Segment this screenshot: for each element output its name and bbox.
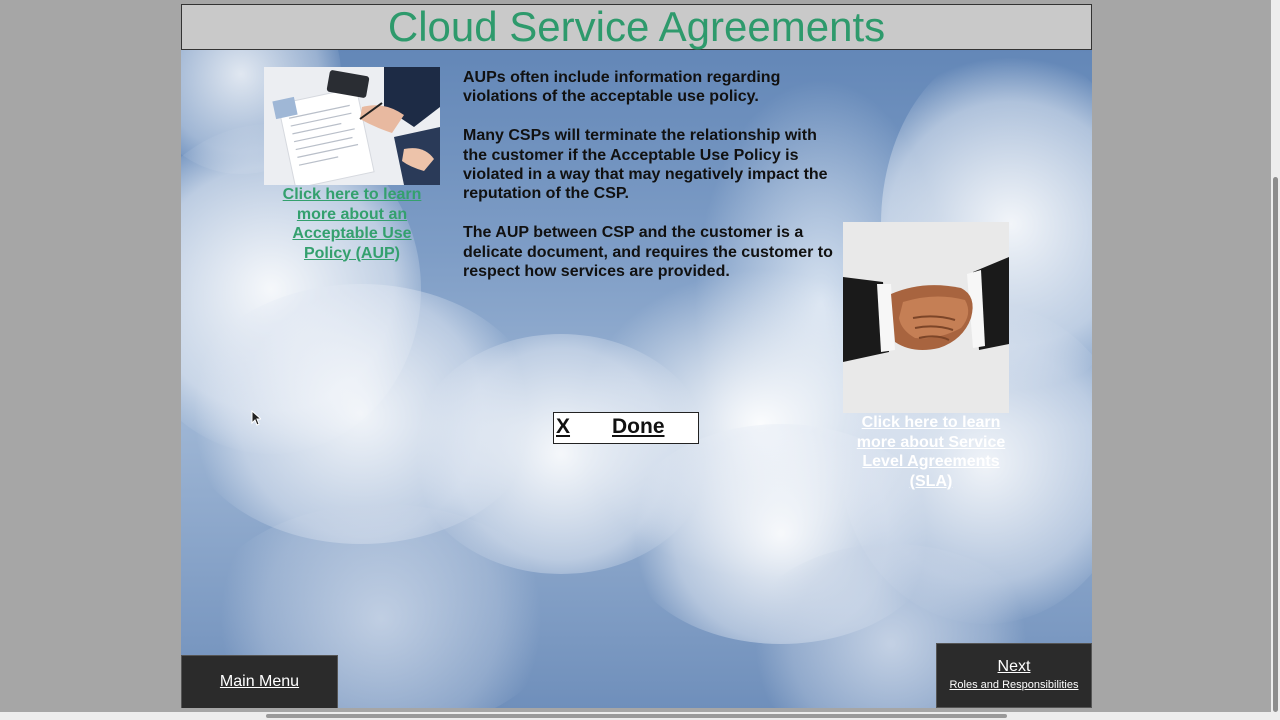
- body-paragraph: Many CSPs will terminate the relationshi…: [463, 127, 828, 203]
- horizontal-scrollbar-thumb[interactable]: [266, 714, 1007, 718]
- body-paragraph: AUPs often include information regarding…: [463, 69, 781, 106]
- cloud-decoration: [181, 284, 541, 544]
- browser-viewport: Cloud Service Agreements Click here to l…: [0, 0, 1280, 720]
- done-dialog: X Done: [553, 412, 699, 444]
- sla-learn-more-link[interactable]: Click here to learn more about Service L…: [849, 413, 1013, 491]
- horizontal-scrollbar[interactable]: [0, 712, 1280, 720]
- page-title: Cloud Service Agreements: [387, 4, 886, 50]
- next-slide-title: Roles and Responsibilities: [949, 679, 1079, 691]
- aup-document-photo: [264, 67, 440, 185]
- cloud-decoration: [411, 334, 711, 574]
- mouse-pointer-icon: [251, 410, 261, 426]
- handshake-illustration: [843, 222, 1009, 413]
- main-menu-button[interactable]: Main Menu: [181, 655, 338, 708]
- main-menu-label: Main Menu: [219, 673, 300, 690]
- document-signing-illustration: [264, 67, 440, 185]
- slide-canvas: Cloud Service Agreements Click here to l…: [181, 4, 1092, 708]
- title-bar: Cloud Service Agreements: [181, 4, 1092, 50]
- handshake-photo: [843, 222, 1009, 413]
- vertical-scrollbar[interactable]: [1271, 0, 1280, 712]
- close-button[interactable]: X: [556, 415, 570, 439]
- aup-learn-more-link[interactable]: Click here to learn more about an Accept…: [276, 185, 428, 263]
- next-button[interactable]: Next Roles and Responsibilities: [936, 643, 1092, 708]
- vertical-scrollbar-thumb[interactable]: [1273, 177, 1278, 712]
- body-text: AUPs often include information regarding…: [463, 68, 838, 301]
- body-paragraph: The AUP between CSP and the customer is …: [463, 224, 833, 281]
- next-label: Next: [997, 658, 1031, 675]
- done-button[interactable]: Done: [612, 415, 665, 439]
